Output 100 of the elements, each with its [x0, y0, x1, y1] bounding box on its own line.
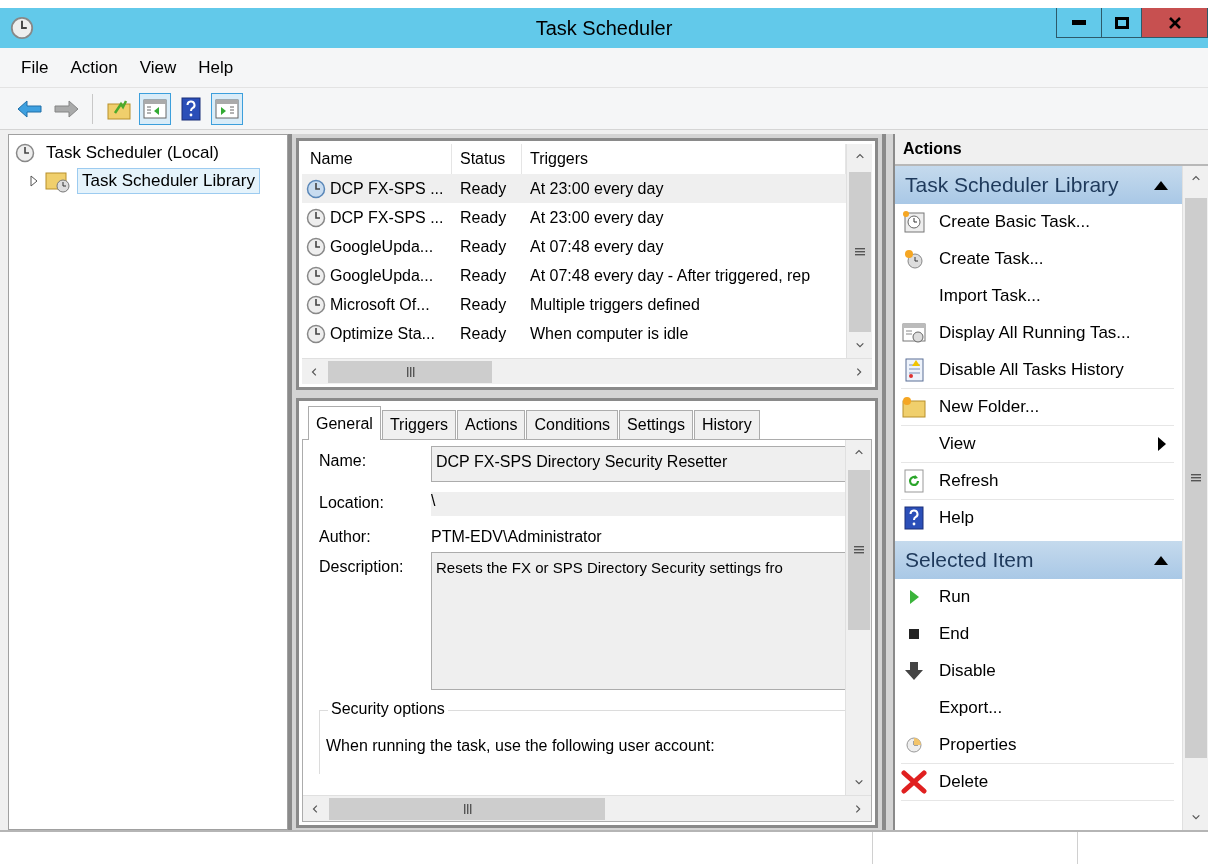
scroll-right-icon[interactable] [854, 366, 864, 377]
maximize-icon [1114, 16, 1129, 29]
command-link[interactable]: Export... [901, 690, 1174, 727]
table-cell-text: Multiple triggers defined [529, 295, 701, 314]
back-arrow-icon [17, 98, 43, 119]
section-header[interactable]: Selected Item [895, 541, 1182, 579]
scroll-right-icon[interactable] [853, 803, 863, 814]
forward-arrow-icon [53, 98, 79, 119]
table-cell-text: At 23:00 every day [529, 179, 665, 198]
table-cell-text: Ready [459, 179, 508, 198]
app-clock-icon [10, 16, 34, 40]
command-link[interactable]: Run [901, 579, 1174, 616]
field-value: \ [431, 492, 845, 516]
menu-item[interactable]: View [130, 53, 186, 82]
clock-icon [306, 265, 326, 286]
grip-icon [853, 246, 866, 258]
field-label: Author: [319, 527, 372, 546]
table-cell-text: Ready [459, 266, 508, 285]
table-cell-text: Ready [459, 237, 508, 256]
table-cell-text: Ready [459, 208, 508, 227]
minimize-icon [1072, 19, 1086, 26]
action-pane-icon [215, 98, 239, 119]
command-link[interactable]: End [901, 616, 1174, 653]
console-tree-icon [143, 98, 167, 119]
stop-icon [907, 627, 921, 641]
clock-icon [306, 294, 326, 315]
vertical-scrollbar[interactable] [845, 440, 871, 795]
vertical-scrollbar[interactable] [1182, 166, 1208, 830]
window-clock-icon [902, 322, 926, 344]
command-link[interactable]: Disable All Tasks History [901, 352, 1174, 389]
splitter[interactable] [884, 134, 893, 830]
command-link[interactable]: Delete [901, 764, 1174, 801]
command-link[interactable]: Refresh [901, 463, 1174, 500]
command-link[interactable]: Properties [901, 727, 1174, 764]
text-area[interactable]: Resets the FX or SPS Directory Security settings fro [431, 552, 845, 690]
grip-icon [461, 802, 473, 815]
help-icon [181, 96, 201, 121]
horizontal-scrollbar[interactable] [302, 358, 872, 384]
table-cell-text: Ready [459, 295, 508, 314]
command-link[interactable]: Create Task... [901, 241, 1174, 278]
help-icon [904, 506, 924, 530]
table-cell-text: At 07:48 every day - After triggered, rep [529, 266, 812, 285]
table-cell-text: At 07:48 every day [529, 237, 665, 256]
clock-star-icon [903, 248, 925, 270]
clock-icon [306, 323, 326, 344]
command-link[interactable]: Import Task... [901, 278, 1174, 315]
vertical-scrollbar[interactable] [846, 144, 872, 358]
scroll-down-icon[interactable] [1190, 812, 1201, 822]
close-button[interactable] [1141, 8, 1207, 37]
input-field[interactable]: DCP FX-SPS Directory Security Resetter [431, 446, 845, 482]
down-arrow-icon [904, 661, 924, 681]
submenu-arrow-icon [1158, 437, 1166, 451]
tab[interactable]: Settings [619, 410, 693, 440]
delete-icon [901, 770, 927, 794]
play-icon [907, 588, 921, 606]
command-link[interactable]: View [901, 426, 1174, 463]
horizontal-scrollbar[interactable] [303, 795, 871, 821]
task-row[interactable]: DCP FX-SPS ... Ready At 23:00 every day [302, 174, 846, 203]
group-title: Security options [328, 700, 448, 718]
field-label: Location: [319, 493, 385, 512]
menu-item[interactable]: Action [61, 53, 127, 82]
folder-clock-icon [45, 169, 71, 193]
tree-item[interactable]: Task Scheduler (Local) [41, 140, 224, 166]
group-text: When running the task, use the following user account: [326, 736, 716, 755]
command-link[interactable]: Create Basic Task... [901, 204, 1174, 241]
menu-item[interactable]: Help [189, 53, 243, 82]
tab[interactable]: History [693, 410, 760, 440]
field-value: PTM-EDV\Administrator [431, 527, 603, 546]
clock-icon [905, 736, 923, 754]
command-link[interactable]: Disable [901, 653, 1174, 690]
refresh-icon [904, 469, 924, 493]
collapse-icon [1154, 555, 1168, 565]
clock-icon [306, 178, 326, 199]
expand-icon[interactable] [29, 175, 39, 187]
scroll-down-icon[interactable] [854, 340, 865, 350]
field-label: Name: [319, 451, 368, 470]
tab[interactable]: Actions [457, 410, 526, 440]
tree-item[interactable]: Task Scheduler Library [77, 168, 260, 194]
notebook-icon [903, 358, 925, 382]
menu-item[interactable]: File [12, 53, 58, 82]
section-header[interactable]: Task Scheduler Library [895, 166, 1182, 204]
grip-icon [404, 365, 416, 378]
clock-icon [306, 207, 326, 228]
table-cell: Microsoft Of... [330, 295, 430, 314]
table-cell: GoogleUpda... [330, 266, 434, 285]
scroll-down-icon[interactable] [853, 777, 864, 787]
tab[interactable]: General [308, 406, 381, 440]
collapse-icon [1154, 180, 1168, 190]
tab[interactable]: Conditions [526, 410, 619, 440]
actions-header: Actions [895, 134, 1208, 166]
command-link[interactable]: Display All Running Tas... [901, 315, 1174, 352]
field-label: Description: [319, 557, 405, 576]
close-icon [1168, 16, 1181, 29]
command-link[interactable]: Help [901, 500, 1174, 537]
clock-icon [306, 236, 326, 257]
grip-icon [852, 544, 865, 556]
tab[interactable]: Triggers [381, 410, 456, 440]
table-cell: DCP FX-SPS ... [330, 179, 444, 198]
command-link[interactable]: New Folder... [901, 389, 1174, 426]
table-cell-text: Ready [459, 324, 508, 343]
